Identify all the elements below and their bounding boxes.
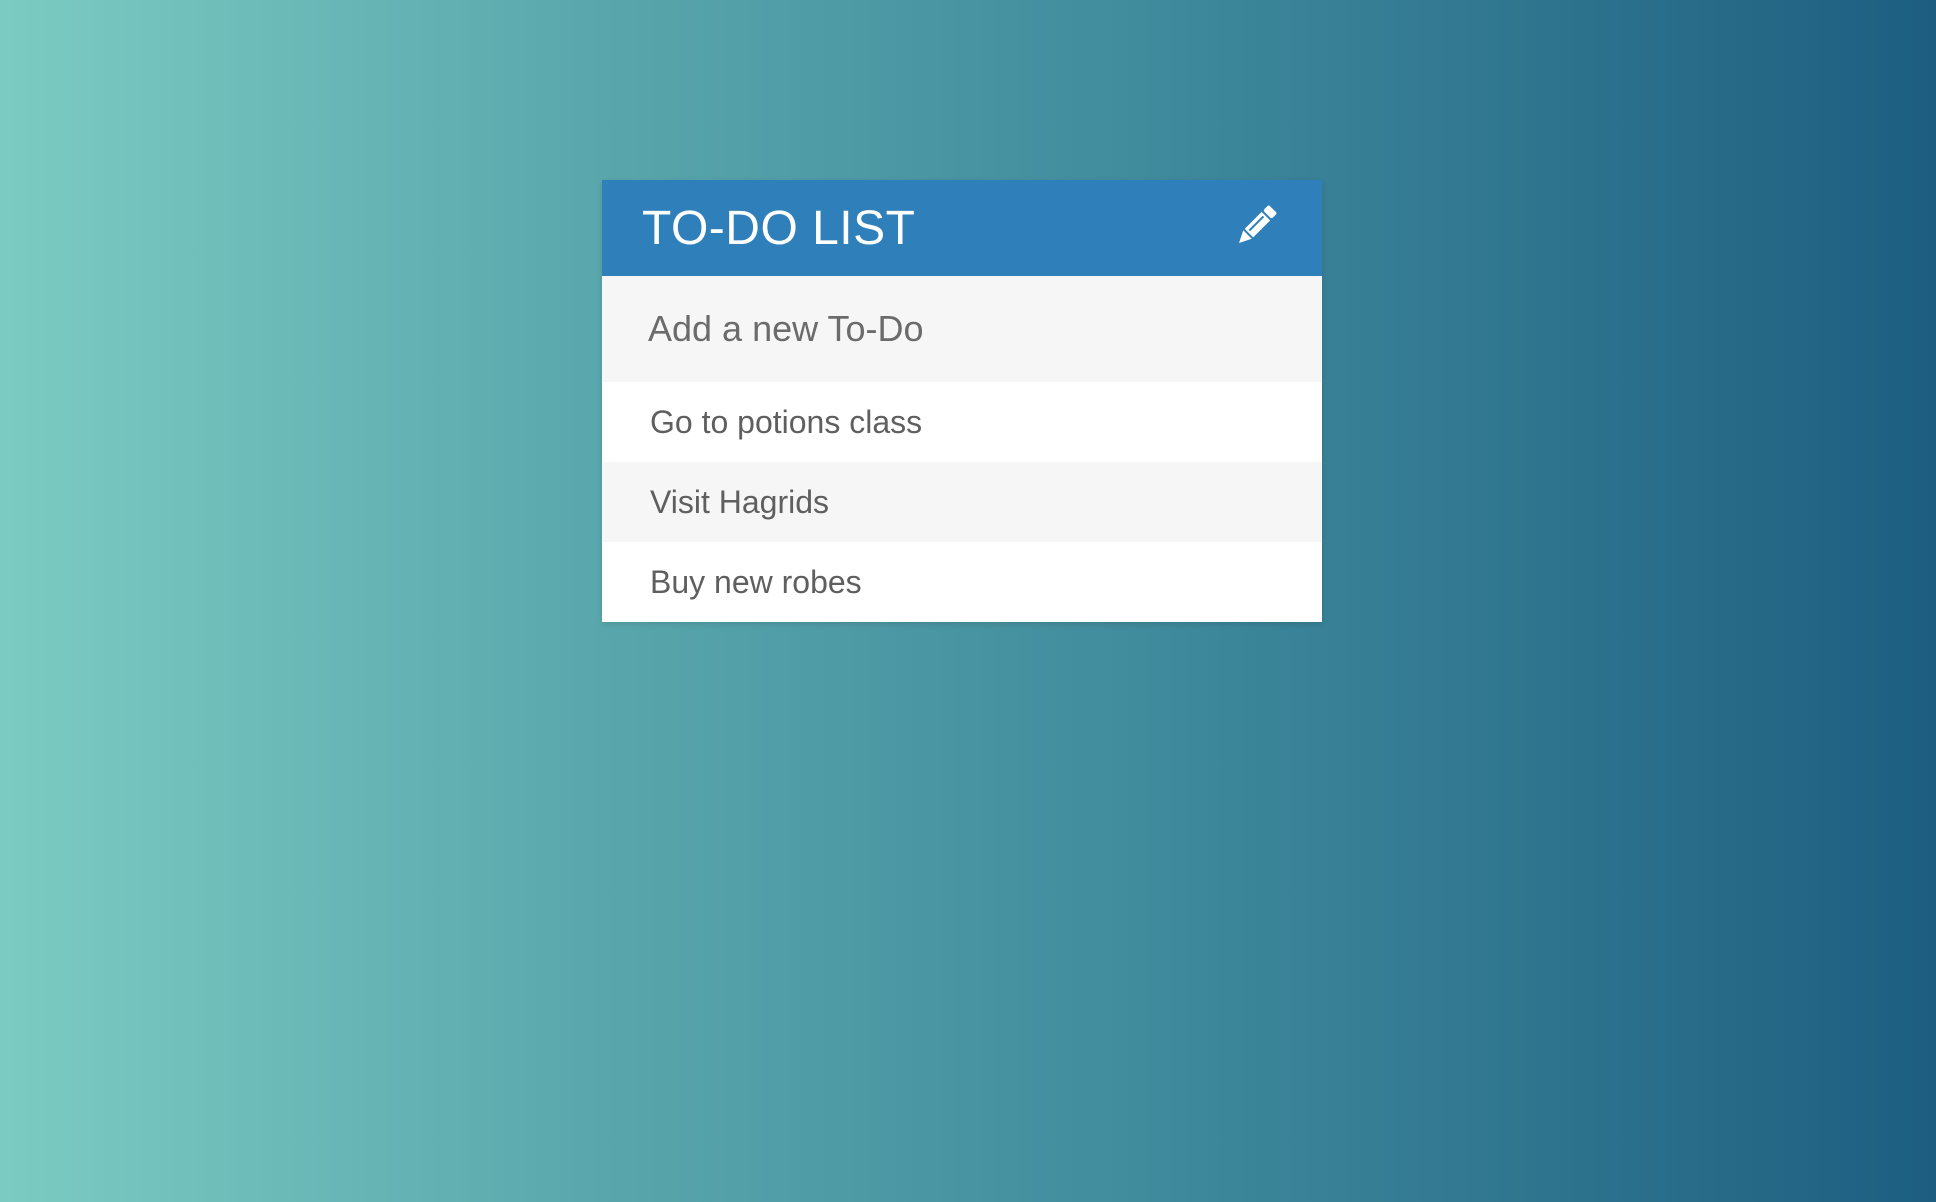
todo-card: TO-DO LIST Go to potions class Visit H xyxy=(602,180,1322,622)
new-todo-input[interactable] xyxy=(648,308,1276,350)
page-title: TO-DO LIST xyxy=(642,201,916,255)
todo-item-text: Go to potions class xyxy=(650,403,923,440)
todo-list: Go to potions class Visit Hagrids Buy ne… xyxy=(602,382,1322,622)
todo-header: TO-DO LIST xyxy=(602,180,1322,276)
todo-item[interactable]: Visit Hagrids xyxy=(602,462,1322,542)
new-todo-row xyxy=(602,276,1322,382)
todo-item[interactable]: Buy new robes xyxy=(602,542,1322,622)
todo-item[interactable]: Go to potions class xyxy=(602,382,1322,462)
edit-toggle-button[interactable] xyxy=(1228,200,1284,256)
todo-item-text: Buy new robes xyxy=(650,563,862,600)
pencil-icon xyxy=(1231,201,1281,256)
todo-item-text: Visit Hagrids xyxy=(650,483,830,520)
